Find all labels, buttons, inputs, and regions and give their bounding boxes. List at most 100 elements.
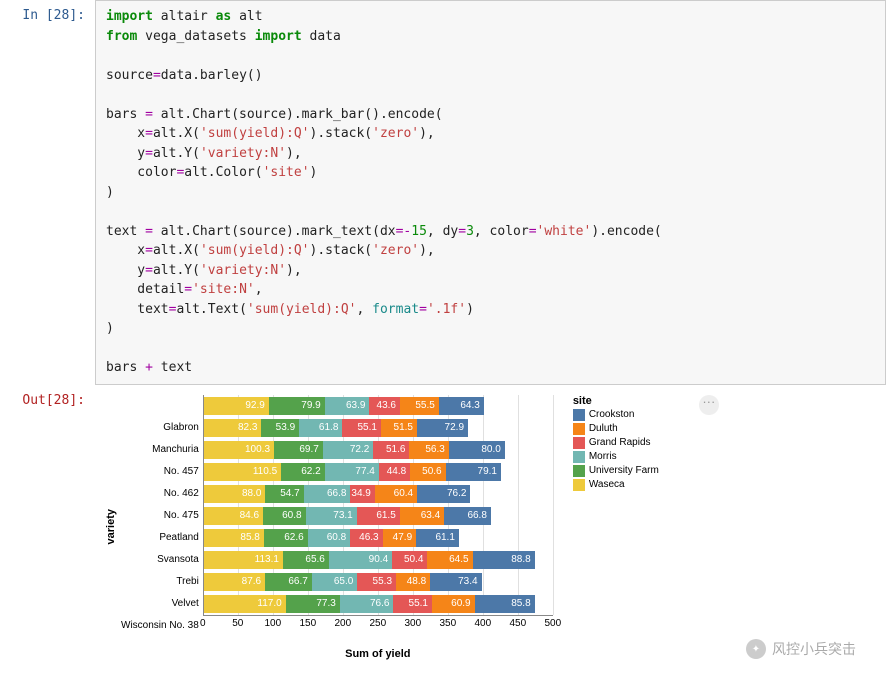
out-prompt: Out[28]:: [0, 385, 95, 660]
y-axis-label: variety: [105, 509, 117, 544]
bar-segment[interactable]: 63.9: [325, 397, 370, 415]
bar-segment[interactable]: 47.9: [383, 529, 417, 547]
bar-segment[interactable]: 90.4: [329, 551, 392, 569]
bar-segment[interactable]: 73.4: [430, 573, 481, 591]
bar-segment[interactable]: 77.3: [286, 595, 340, 613]
wechat-icon: ✦: [746, 639, 766, 659]
legend-label: Duluth: [589, 423, 618, 434]
bar-segment[interactable]: 76.2: [417, 485, 470, 503]
bar-segment[interactable]: 64.5: [427, 551, 472, 569]
bar-segment[interactable]: 43.6: [369, 397, 400, 415]
bar-segment[interactable]: 51.6: [373, 441, 409, 459]
bar-segment[interactable]: 66.7: [265, 573, 312, 591]
bar-segment[interactable]: 77.4: [325, 463, 379, 481]
x-tick: 350: [439, 618, 456, 629]
category-label: Manchuria: [121, 439, 199, 461]
x-tick: 250: [369, 618, 386, 629]
bar-segment[interactable]: 88.8: [473, 551, 535, 569]
x-tick: 0: [200, 618, 206, 629]
bar-segment[interactable]: 54.7: [265, 485, 303, 503]
legend-item[interactable]: University Farm: [573, 465, 659, 477]
legend-item[interactable]: Waseca: [573, 479, 659, 491]
category-label: Svansota: [121, 549, 199, 571]
bar-segment[interactable]: 110.5: [204, 463, 281, 481]
bar-row: 82.353.961.855.151.572.9: [204, 417, 553, 439]
in-prompt: In [28]:: [0, 0, 95, 385]
bar-segment[interactable]: 66.8: [444, 507, 491, 525]
bar-segment[interactable]: 79.1: [446, 463, 501, 481]
gridline: [553, 395, 554, 615]
bar-segment[interactable]: 50.6: [410, 463, 445, 481]
bar-segment[interactable]: 60.9: [432, 595, 475, 613]
legend-swatch: [573, 409, 585, 421]
bar-segment[interactable]: 55.1: [342, 419, 381, 437]
bar-segment[interactable]: 79.9: [269, 397, 325, 415]
bar-segment[interactable]: 48.8: [396, 573, 430, 591]
bar-segment[interactable]: 62.6: [264, 529, 308, 547]
category-labels: GlabronManchuriaNo. 457No. 462No. 475Pea…: [121, 417, 203, 637]
bar-segment[interactable]: 117.0: [204, 595, 286, 613]
bar-segment[interactable]: 55.1: [393, 595, 432, 613]
x-tick: 500: [544, 618, 561, 629]
bar-segment[interactable]: 100.3: [204, 441, 274, 459]
bar-segment[interactable]: 63.4: [400, 507, 444, 525]
legend-label: Crookston: [589, 409, 635, 420]
legend-item[interactable]: Duluth: [573, 423, 659, 435]
bar-segment[interactable]: 55.5: [400, 397, 439, 415]
bar-segment[interactable]: 50.4: [392, 551, 427, 569]
bar-segment[interactable]: 60.4: [375, 485, 417, 503]
bar-segment[interactable]: 44.8: [379, 463, 410, 481]
bar-row: 113.165.690.450.464.588.8: [204, 549, 553, 571]
category-label: No. 462: [121, 483, 199, 505]
bar-segment[interactable]: 56.3: [409, 441, 448, 459]
legend-item[interactable]: Morris: [573, 451, 659, 463]
bar-segment[interactable]: 51.5: [381, 419, 417, 437]
bar-segment[interactable]: 113.1: [204, 551, 283, 569]
bar-segment[interactable]: 72.9: [417, 419, 468, 437]
legend-swatch: [573, 479, 585, 491]
bar-segment[interactable]: 80.0: [449, 441, 505, 459]
bar-segment[interactable]: 76.6: [340, 595, 394, 613]
x-tick: 400: [474, 618, 491, 629]
bar-segment[interactable]: 61.8: [299, 419, 342, 437]
bar-segment[interactable]: 46.3: [350, 529, 382, 547]
bar-segment[interactable]: 69.7: [274, 441, 323, 459]
legend-item[interactable]: Grand Rapids: [573, 437, 659, 449]
chart-actions-button[interactable]: ···: [699, 395, 719, 415]
category-label: Velvet: [121, 593, 199, 615]
bar-segment[interactable]: 65.0: [312, 573, 358, 591]
category-label: No. 457: [121, 461, 199, 483]
bar-row: 87.666.765.055.348.873.4: [204, 571, 553, 593]
category-label: Wisconsin No. 38: [121, 615, 199, 637]
legend-swatch: [573, 437, 585, 449]
plot-area: 92.979.963.943.655.564.382.353.961.855.1…: [203, 395, 553, 660]
bar-segment[interactable]: 55.3: [357, 573, 396, 591]
output-cell: Out[28]: variety GlabronManchuriaNo. 457…: [0, 385, 886, 660]
bar-row: 110.562.277.444.850.679.1: [204, 461, 553, 483]
bar-segment[interactable]: 61.5: [357, 507, 400, 525]
bar-segment[interactable]: 61.1: [416, 529, 459, 547]
bar-row: 100.369.772.251.656.380.0: [204, 439, 553, 461]
legend-item[interactable]: Crookston: [573, 409, 659, 421]
bar-segment[interactable]: 34.9: [350, 485, 374, 503]
bar-segment[interactable]: 66.8: [304, 485, 351, 503]
bar-segment[interactable]: 65.6: [283, 551, 329, 569]
bar-segment[interactable]: 85.8: [204, 529, 264, 547]
legend-swatch: [573, 423, 585, 435]
bar-segment[interactable]: 73.1: [306, 507, 357, 525]
category-label: Glabron: [121, 417, 199, 439]
bar-segment[interactable]: 84.6: [204, 507, 263, 525]
bar-segment[interactable]: 60.8: [263, 507, 306, 525]
bar-segment[interactable]: 82.3: [204, 419, 262, 437]
bar-segment[interactable]: 72.2: [323, 441, 374, 459]
bar-segment[interactable]: 64.3: [439, 397, 484, 415]
bar-segment[interactable]: 62.2: [281, 463, 325, 481]
bar-segment[interactable]: 60.8: [308, 529, 351, 547]
bar-segment[interactable]: 85.8: [475, 595, 535, 613]
code-area[interactable]: import altair as alt from vega_datasets …: [95, 0, 886, 385]
bar-segment[interactable]: 53.9: [261, 419, 299, 437]
bar-segment[interactable]: 87.6: [204, 573, 265, 591]
category-label: No. 475: [121, 505, 199, 527]
bar-segment[interactable]: 92.9: [204, 397, 269, 415]
bar-segment[interactable]: 88.0: [204, 485, 266, 503]
